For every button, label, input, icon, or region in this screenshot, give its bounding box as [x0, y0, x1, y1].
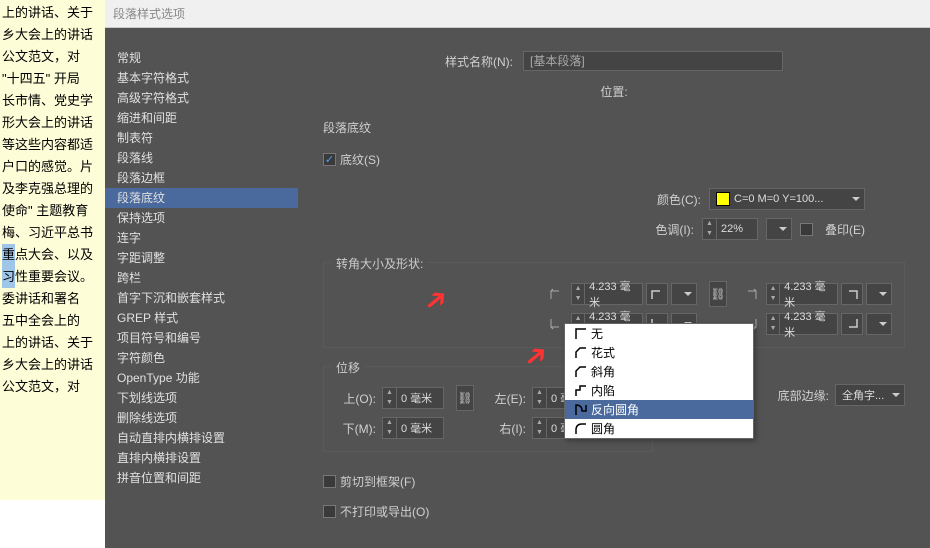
sidebar-item-2[interactable]: 高级字符格式 — [105, 88, 298, 108]
sidebar-item-5[interactable]: 段落线 — [105, 148, 298, 168]
category-sidebar: 常规基本字符格式高级字符格式缩进和间距制表符段落线段落边框段落底纹保持选项连字字… — [105, 28, 298, 548]
clip-to-frame-checkbox[interactable] — [323, 475, 336, 488]
sidebar-item-15[interactable]: 字符颜色 — [105, 348, 298, 368]
corner-tl-shape-arrow[interactable] — [671, 283, 697, 305]
dialog-title: 段落样式选项 — [113, 7, 185, 21]
shading-checkbox[interactable] — [323, 153, 336, 166]
sidebar-item-21[interactable]: 拼音位置和间距 — [105, 468, 298, 488]
offset-top-spinner[interactable]: ▲▼0 毫米 — [382, 387, 444, 409]
color-dropdown[interactable]: C=0 M=0 Y=100... — [709, 188, 865, 210]
sidebar-item-18[interactable]: 删除线选项 — [105, 408, 298, 428]
sidebar-item-10[interactable]: 字距调整 — [105, 248, 298, 268]
corner-br-shape-dropdown[interactable] — [841, 313, 863, 335]
no-print-export-label: 不打印或导出(O) — [340, 503, 429, 520]
corner-tl-icon — [547, 285, 565, 303]
corner-link-icon[interactable]: ⛓ — [709, 281, 727, 307]
sidebar-item-3[interactable]: 缩进和间距 — [105, 108, 298, 128]
corner-menu-item-4[interactable]: 反向圆角 — [565, 400, 753, 419]
position-label: 位置: — [600, 83, 627, 100]
overprint-label: 叠印(E) — [825, 221, 865, 238]
corner-tl-spinner[interactable]: ▲▼4.233 毫米 — [571, 283, 643, 305]
corner-br-shape-arrow[interactable] — [866, 313, 892, 335]
dialog-title-bar: 段落样式选项 — [105, 0, 930, 28]
sidebar-item-7[interactable]: 段落底纹 — [105, 188, 298, 208]
sidebar-item-8[interactable]: 保持选项 — [105, 208, 298, 228]
corner-menu-item-2[interactable]: 斜角 — [565, 362, 753, 381]
sidebar-item-16[interactable]: OpenType 功能 — [105, 368, 298, 388]
sidebar-item-4[interactable]: 制表符 — [105, 128, 298, 148]
corner-fieldset: 转角大小及形状: ▲▼4.233 毫米 ⛓ ▲▼4.233 毫米 — [323, 262, 905, 348]
bottom-edge-label: 底部边缘: — [778, 387, 829, 404]
offset-legend: 位移 — [332, 359, 364, 376]
overprint-checkbox[interactable] — [800, 223, 813, 236]
corner-br-spinner[interactable]: ▲▼4.233 毫米 — [766, 313, 838, 335]
color-swatch-icon — [716, 192, 730, 206]
main-panel: 样式名称(N): [基本段落] 位置: 段落底纹 底纹(S) 颜色(C): C=… — [298, 28, 930, 548]
shading-checkbox-label: 底纹(S) — [340, 151, 380, 168]
sidebar-item-12[interactable]: 首字下沉和嵌套样式 — [105, 288, 298, 308]
sidebar-item-9[interactable]: 连字 — [105, 228, 298, 248]
sidebar-item-11[interactable]: 跨栏 — [105, 268, 298, 288]
corner-menu-item-0[interactable]: 无 — [565, 324, 753, 343]
tint-spinner[interactable]: ▲▼ 22% — [702, 218, 758, 240]
sidebar-item-19[interactable]: 自动直排内横排设置 — [105, 428, 298, 448]
corner-menu-item-1[interactable]: 花式 — [565, 343, 753, 362]
paragraph-style-options-dialog: 段落样式选项 常规基本字符格式高级字符格式缩进和间距制表符段落线段落边框段落底纹… — [105, 0, 930, 500]
sidebar-item-0[interactable]: 常规 — [105, 48, 298, 68]
corner-legend: 转角大小及形状: — [332, 255, 427, 272]
section-title: 段落底纹 — [323, 119, 905, 136]
offset-bottom-spinner[interactable]: ▲▼0 毫米 — [382, 417, 444, 439]
no-print-export-checkbox[interactable] — [323, 505, 336, 518]
corner-tr-shape-dropdown[interactable] — [841, 283, 863, 305]
offset-link-icon[interactable]: ⛓ — [456, 385, 474, 411]
corner-shape-menu: 无花式斜角内陷反向圆角圆角 — [564, 323, 754, 439]
sidebar-item-1[interactable]: 基本字符格式 — [105, 68, 298, 88]
corner-tl-shape-dropdown[interactable] — [646, 283, 668, 305]
sidebar-item-20[interactable]: 直排内横排设置 — [105, 448, 298, 468]
bottom-edge-dropdown[interactable]: 全角字... — [835, 384, 905, 406]
corner-tr-shape-arrow[interactable] — [866, 283, 892, 305]
corner-menu-item-3[interactable]: 内陷 — [565, 381, 753, 400]
tint-dropdown[interactable] — [766, 218, 792, 240]
corner-bl-icon — [547, 315, 565, 333]
corner-tr-icon — [742, 285, 760, 303]
sidebar-item-14[interactable]: 项目符号和编号 — [105, 328, 298, 348]
style-name-field[interactable]: [基本段落] — [523, 51, 783, 71]
sidebar-item-17[interactable]: 下划线选项 — [105, 388, 298, 408]
color-label: 颜色(C): — [657, 191, 701, 208]
style-name-label: 样式名称(N): — [445, 53, 513, 70]
clip-to-frame-label: 剪切到框架(F) — [340, 473, 415, 490]
sidebar-item-13[interactable]: GREP 样式 — [105, 308, 298, 328]
corner-tr-spinner[interactable]: ▲▼4.233 毫米 — [766, 283, 838, 305]
sidebar-item-6[interactable]: 段落边框 — [105, 168, 298, 188]
corner-menu-item-5[interactable]: 圆角 — [565, 419, 753, 438]
background-document: 上的讲话、关于乡大会上的讲话公文范文，对"十四五" 开局长市情、党史学形大会上的… — [0, 0, 105, 500]
tint-label: 色调(I): — [655, 221, 694, 238]
